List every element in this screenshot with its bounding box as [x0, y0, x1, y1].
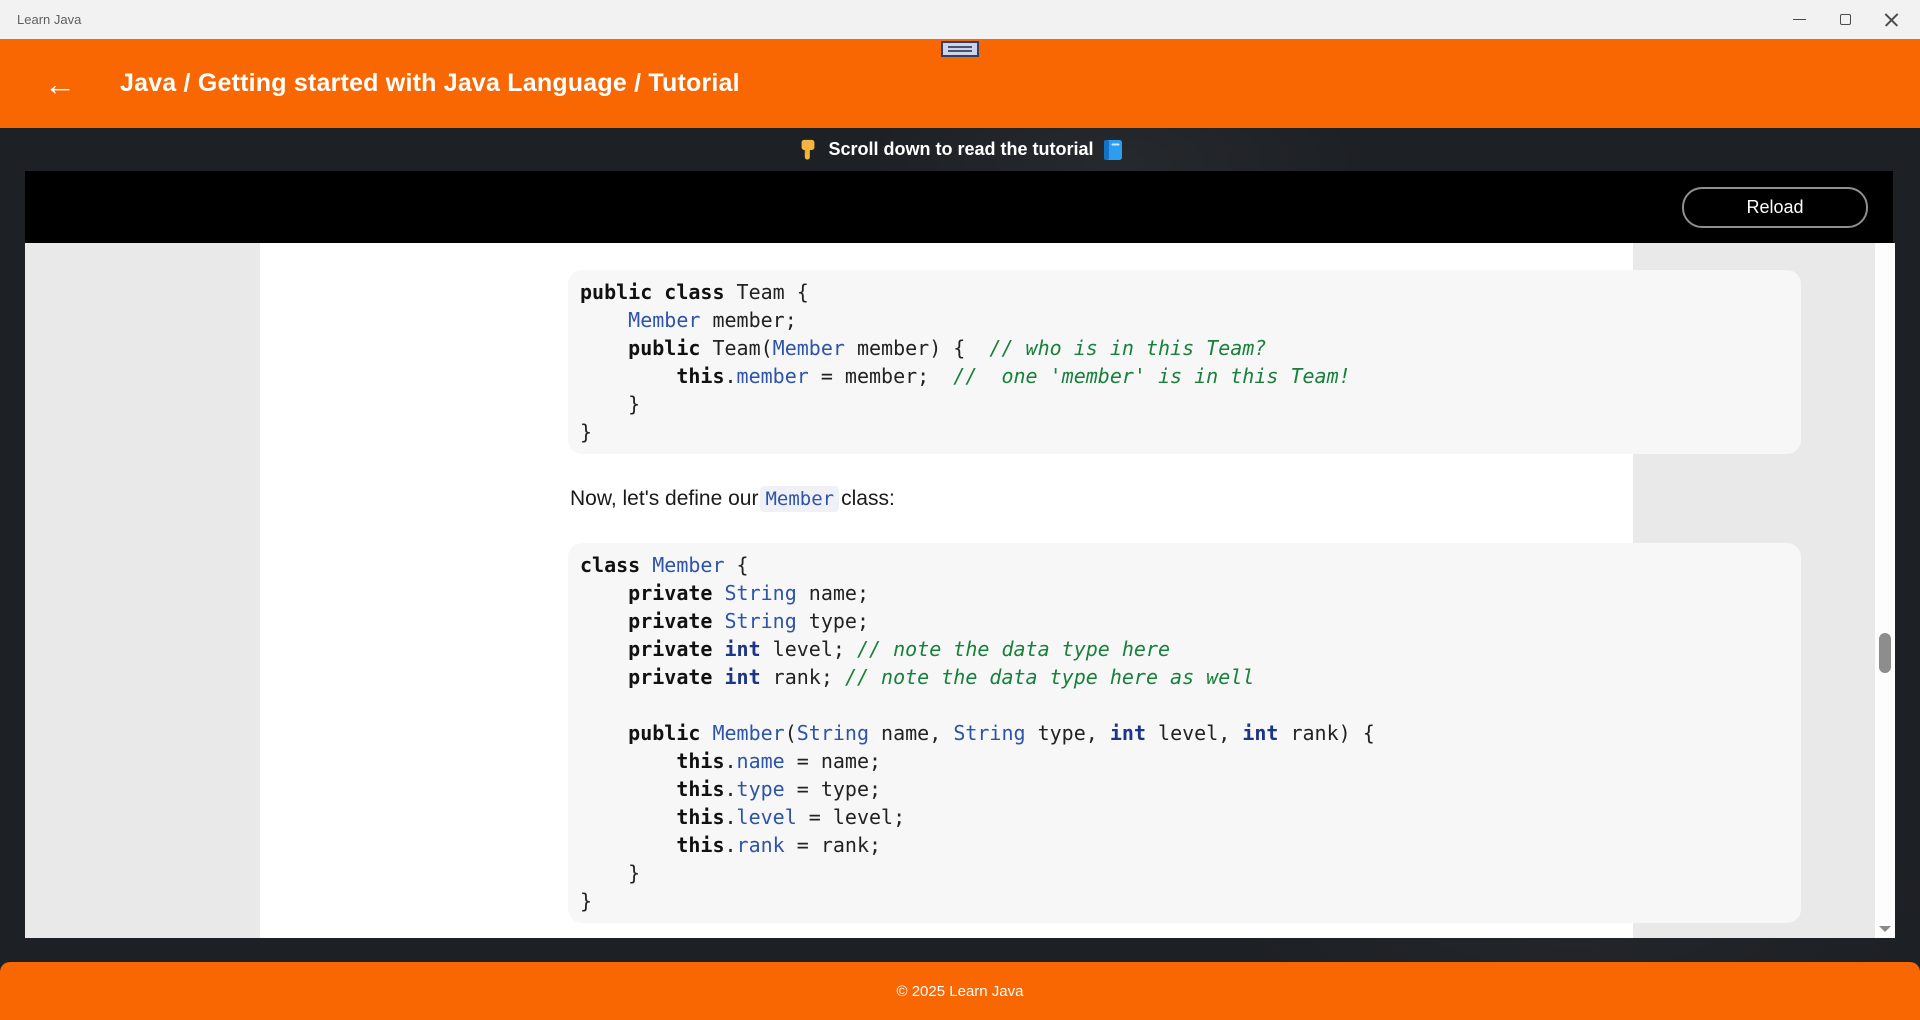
scrollbar-thumb[interactable]	[1879, 633, 1891, 673]
code-line: public Team(Member member) { // who is i…	[628, 336, 1267, 360]
notice-banner: Scroll down to read the tutorial	[0, 128, 1920, 171]
code-line: private int level; // note the data type…	[628, 637, 1171, 661]
webview-toolbar: Reload	[25, 171, 1893, 243]
close-button[interactable]	[1868, 0, 1914, 39]
content-column: public class Team { Member member; publi…	[260, 243, 1801, 938]
inline-code-member: Member	[760, 486, 840, 512]
minimize-button[interactable]	[1776, 0, 1822, 39]
window-title: Learn Java	[17, 12, 82, 27]
restore-icon	[1839, 10, 1856, 25]
code-line: this.type = type;	[676, 777, 882, 801]
code-line: }	[580, 861, 641, 885]
vertical-scrollbar-track[interactable]	[1875, 243, 1895, 938]
page-background: public class Team { Member member; publi…	[25, 243, 1875, 938]
paragraph-text-after: class:	[841, 487, 895, 510]
blue-book-icon	[1103, 139, 1123, 161]
code-block-team: public class Team { Member member; publi…	[568, 270, 1801, 454]
tutorial-paragraph: Now, let's define our Member class:	[570, 486, 895, 512]
code-line: this.rank = rank;	[676, 833, 882, 857]
footer-copyright: © 2025 Learn Java	[896, 982, 1024, 1000]
paragraph-text-before: Now, let's define our	[570, 487, 759, 510]
code-line: this.member = member; // one 'member' is…	[676, 364, 1351, 388]
minimize-icon	[1792, 18, 1806, 21]
app-footer: © 2025 Learn Java	[0, 962, 1920, 1020]
notice-text: Scroll down to read the tutorial	[828, 139, 1094, 159]
code-line: class Member {	[580, 553, 749, 577]
breadcrumb: Java / Getting started with Java Languag…	[120, 69, 740, 97]
restore-button[interactable]	[1822, 0, 1868, 39]
reload-button[interactable]: Reload	[1682, 187, 1868, 228]
code-line: this.name = name;	[676, 749, 882, 773]
code-line: }	[580, 889, 593, 913]
code-line: public class Team {	[580, 280, 809, 304]
code-line: }	[580, 420, 593, 444]
code-line: Member member;	[628, 308, 797, 332]
app-window: Learn Java ← Java / Getting started with…	[0, 0, 1920, 1020]
code-line: private String name;	[628, 581, 870, 605]
code-line: private int rank; // note the data type …	[628, 665, 1255, 689]
back-arrow-icon: ←	[44, 65, 76, 102]
code-line: private String type;	[628, 609, 870, 633]
drag-handle-widget[interactable]	[941, 41, 979, 57]
code-line: public Member(String name, String type, …	[628, 721, 1375, 745]
code-block-member: class Member { private String name; priv…	[568, 543, 1801, 923]
window-titlebar: Learn Java	[0, 0, 1920, 39]
back-button[interactable]: ←	[38, 39, 82, 128]
window-controls	[1776, 0, 1914, 39]
point-down-hand-icon	[797, 139, 819, 161]
drag-handle-icon	[948, 46, 972, 52]
code-line: this.level = level;	[676, 805, 906, 829]
code-line: }	[580, 392, 641, 416]
scrollbar-down-arrow-icon[interactable]	[1879, 926, 1891, 932]
close-icon	[1884, 12, 1899, 27]
